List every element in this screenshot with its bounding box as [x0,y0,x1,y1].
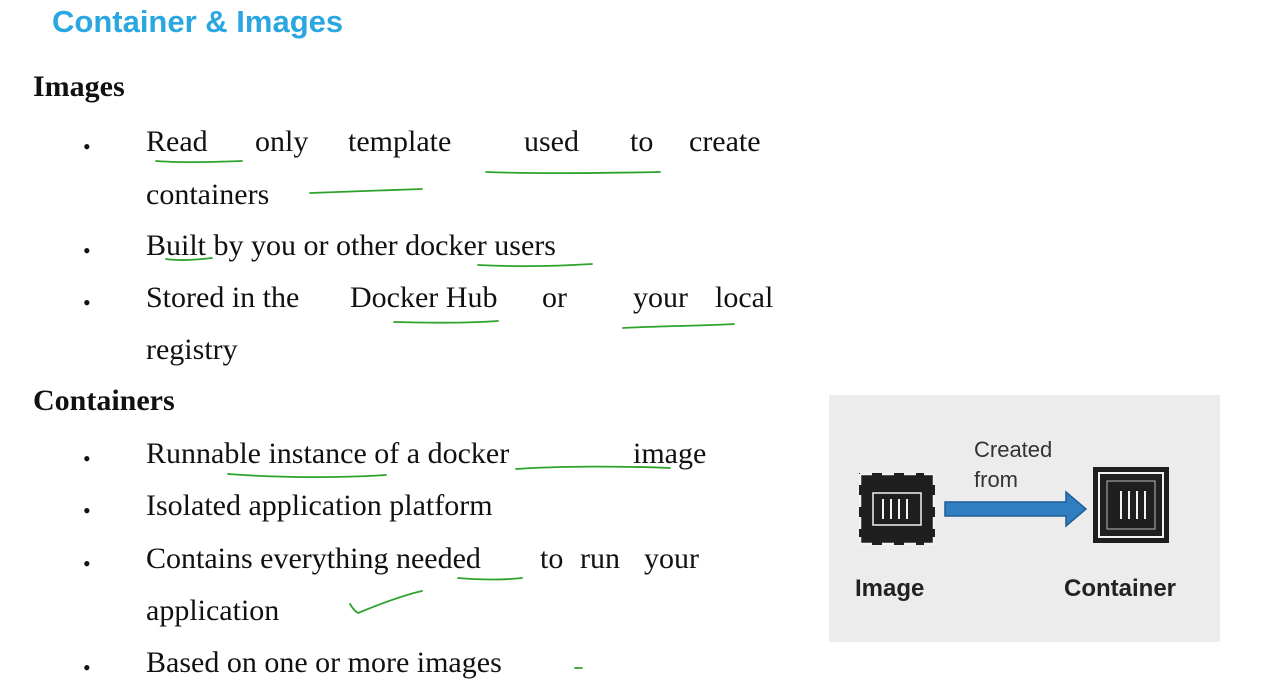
underline-needed [457,577,523,581]
bullet-marker: • [83,446,91,471]
containers-bullet-1: Runnable instance of a docker image [146,439,726,471]
image-container-diagram: Created from Image Container [829,395,1220,642]
images-bullet-3-line-2: registry [146,333,238,366]
image-caption: Image [855,575,925,602]
container-caption: Container [1064,575,1177,602]
images-bullet-3-line-1: Stored in the Docker Hub or your local [146,283,786,315]
containers-bullet-3-line-2: application [146,594,280,627]
bullet-marker: • [83,238,91,263]
slide-title: Container & Images [52,4,344,39]
word: or [542,281,567,314]
bullet-marker: • [83,498,91,523]
underline-your-local [622,323,735,329]
word: used [524,125,579,158]
arrow-icon [944,490,1088,528]
containers-bullet-4: Based on one or more images [146,646,502,679]
containers-bullet-3-line-1: Contains everything needed to run your [146,544,716,576]
dash-containers [309,188,423,194]
word: create [689,125,761,158]
word: your [644,542,699,575]
underline-read [155,160,243,164]
word: only [255,125,309,158]
arrow-label-line-2: from [974,467,1018,492]
word: run [580,542,620,575]
image-icon-body [859,473,935,545]
images-bullet-2: Built by you or other docker users [146,229,556,262]
word: to [540,542,564,575]
arrow-label-line-1: Created [974,437,1053,462]
images-bullet-1-line-1: Read only template used to create [146,127,786,159]
bullet-marker: • [83,290,91,315]
container-icon [1093,467,1169,543]
word: to [630,125,654,158]
word: Stored in the [146,281,300,314]
image-icon [858,472,936,546]
underline-docker-users [477,263,593,267]
underline-used-to [485,171,661,175]
underline-docker-hub [393,320,499,324]
word: local [715,281,774,314]
container-icon-inner [1106,480,1156,530]
images-bullet-1-line-2: containers [146,178,270,211]
word: template [348,125,452,158]
containers-bullet-2: Isolated application platform [146,489,493,522]
word: Read [146,125,208,158]
bullet-marker: • [83,134,91,159]
word: your [633,281,688,314]
checkmark [349,590,423,614]
word: Docker Hub [350,281,498,314]
bullet-marker: • [83,551,91,576]
underline-runnable-instance [227,473,387,479]
bullet-marker: • [83,655,91,680]
containers-heading: Containers [33,384,175,417]
images-heading: Images [33,70,125,103]
arrow-shape [944,490,1088,528]
word: image [633,437,707,470]
word: Contains everything needed [146,542,481,575]
diagram-graphics [858,467,1169,546]
word: Runnable instance of a docker [146,437,510,470]
